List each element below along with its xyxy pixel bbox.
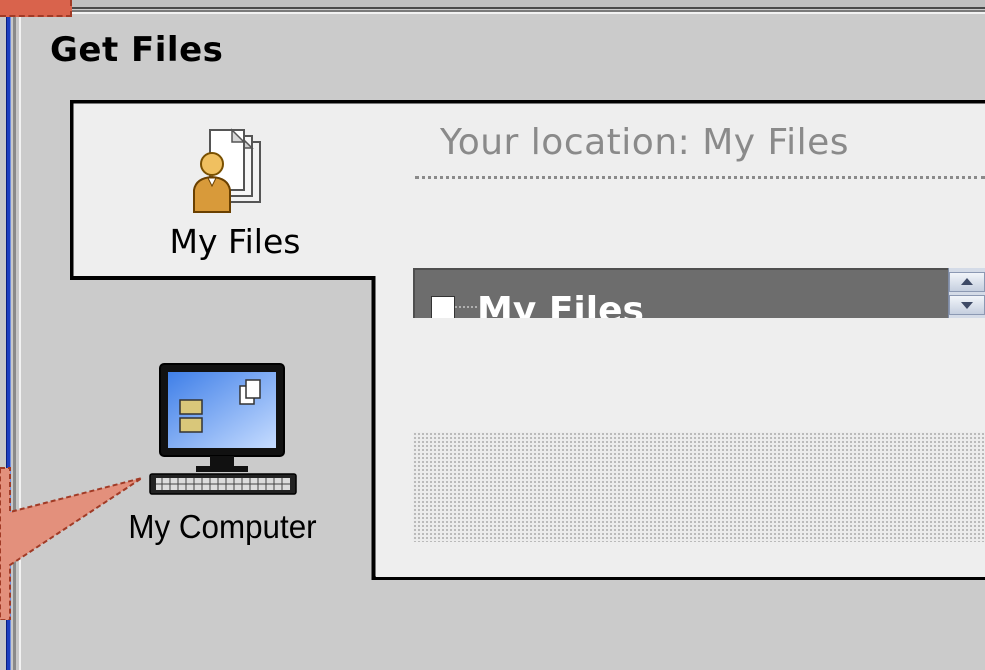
tree-root-checkbox[interactable] — [431, 296, 455, 318]
location-breadcrumb: Your location: My Files — [440, 122, 850, 163]
location-divider — [415, 176, 985, 179]
my-files-icon — [193, 128, 261, 213]
file-tree-root-row[interactable]: My Files — [413, 268, 948, 318]
file-picker-window: Get Files My Files My Computer Your loca… — [0, 0, 985, 670]
dialog-title: Get Files — [50, 30, 224, 70]
tree-connector — [455, 306, 477, 308]
file-list-placeholder — [413, 432, 985, 542]
annotation-callout — [0, 467, 143, 620]
scroll-down-icon[interactable] — [949, 295, 985, 315]
tree-root-label: My Files — [477, 290, 644, 318]
computer-icon — [149, 363, 297, 495]
file-tree-scrollbar[interactable] — [948, 268, 985, 318]
scroll-up-icon[interactable] — [949, 272, 985, 292]
tab-my-files-label: My Files — [169, 222, 301, 261]
annotation-tag — [0, 0, 72, 17]
window-top-border — [0, 0, 985, 12]
